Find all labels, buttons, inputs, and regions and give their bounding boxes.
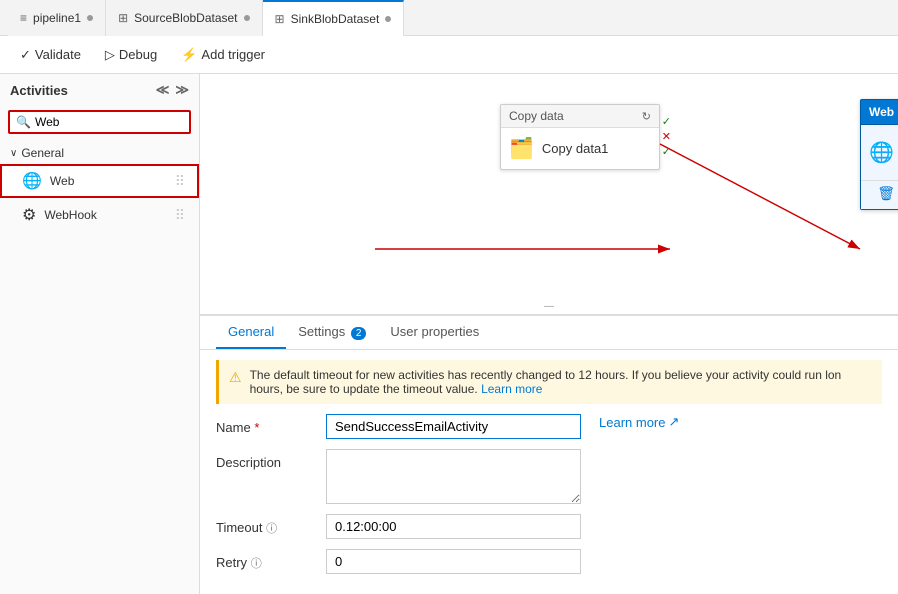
name-label: Name * <box>216 414 316 435</box>
validate-label: Validate <box>35 47 81 62</box>
copy-status-check: ✓ <box>662 115 671 128</box>
copy-data-node-header: Copy data ↻ <box>501 105 659 128</box>
tab-pipeline1-dot <box>87 15 93 21</box>
tab-pipeline1[interactable]: ≡ pipeline1 <box>8 0 106 36</box>
source-icon: ⊞ <box>118 11 128 25</box>
web-node-globe-icon: 🌐 <box>869 140 894 165</box>
bottom-tabs: General Settings 2 User properties <box>200 316 898 350</box>
timeout-label: Timeout ⓘ <box>216 514 316 536</box>
retry-field-row: Retry ⓘ <box>216 549 882 574</box>
add-trigger-label: Add trigger <box>201 47 265 62</box>
debug-icon: ▷ <box>105 47 115 63</box>
tab-general[interactable]: General <box>216 316 286 349</box>
copy-data-body-icon: 🗂️ <box>509 136 534 161</box>
timeout-field-row: Timeout ⓘ <box>216 514 882 539</box>
external-link-icon: ↗ <box>668 414 679 430</box>
description-field-row: Description <box>216 449 882 504</box>
retry-label: Retry ⓘ <box>216 549 316 571</box>
bottom-panel: General Settings 2 User properties ⚠ The… <box>200 314 898 594</box>
webhook-activity-icon: ⚙ <box>22 205 36 225</box>
warning-text: The default timeout for new activities h… <box>250 368 872 396</box>
tab-user-properties[interactable]: User properties <box>378 316 491 349</box>
web-node-actions: 🗑 {} ⧉ → <box>861 180 898 209</box>
web-node-title: Web <box>869 105 894 119</box>
web-node-header: Web ↻ <box>861 100 898 124</box>
tab-sink[interactable]: ⊞ SinkBlobDataset <box>263 0 405 36</box>
activities-title: Activities <box>10 83 68 98</box>
settings-badge: 2 <box>351 327 367 340</box>
activity-web-label: Web <box>50 174 167 188</box>
retry-info-icon[interactable]: ⓘ <box>251 558 262 570</box>
bottom-content: ⚠ The default timeout for new activities… <box>200 350 898 594</box>
web-activity-node[interactable]: Web ↻ 🌐 SendSuccessEmailA ctivity ✓ ✕ ✓ … <box>860 99 898 210</box>
retry-input[interactable] <box>326 549 581 574</box>
name-input[interactable] <box>326 414 581 439</box>
copy-status-check2: ✓ <box>662 145 671 158</box>
copy-status-x: ✕ <box>662 130 671 143</box>
warning-bar: ⚠ The default timeout for new activities… <box>216 360 882 404</box>
trigger-icon: ⚡ <box>181 47 197 63</box>
timeout-info-icon[interactable]: ⓘ <box>266 523 277 535</box>
canvas-area[interactable]: Copy data ↻ 🗂️ Copy data1 ✓ ✕ ✓ <box>200 74 898 594</box>
toolbar: ✓ Validate ▷ Debug ⚡ Add trigger <box>0 36 898 74</box>
name-learn-more[interactable]: Learn more ↗ <box>599 414 679 430</box>
web-delete-icon[interactable]: 🗑 <box>877 185 895 205</box>
tab-user-properties-label: User properties <box>390 324 479 339</box>
search-input[interactable] <box>35 115 183 129</box>
add-trigger-button[interactable]: ⚡ Add trigger <box>177 45 269 65</box>
panel-divider[interactable]: — <box>544 302 554 312</box>
pipeline-icon: ≡ <box>20 11 27 25</box>
copy-data-node[interactable]: Copy data ↻ 🗂️ Copy data1 ✓ ✕ ✓ <box>500 104 660 170</box>
description-input[interactable] <box>326 449 581 504</box>
debug-label: Debug <box>119 47 157 62</box>
tab-source-dot <box>244 15 250 21</box>
search-icon: 🔍 <box>16 115 31 129</box>
tab-general-label: General <box>228 324 274 339</box>
warning-icon: ⚠ <box>229 369 242 386</box>
web-drag-handle: ⠿ <box>175 173 185 190</box>
tab-sink-label: SinkBlobDataset <box>291 12 380 26</box>
warning-learn-more-link[interactable]: Learn more <box>481 382 542 396</box>
tab-settings-label: Settings <box>298 324 345 339</box>
copy-data-header-label: Copy data <box>509 109 564 123</box>
category-arrow-icon: ∨ <box>10 148 17 159</box>
name-required-marker: * <box>254 420 259 435</box>
activities-panel: Activities ≪ ≫ 🔍 ∨ General 🌐 Web ⠿ ⚙ Web… <box>0 74 200 594</box>
collapse-icon[interactable]: ≪ <box>156 82 170 98</box>
tab-source[interactable]: ⊞ SourceBlobDataset <box>106 0 262 36</box>
copy-data-body-label: Copy data1 <box>542 141 609 156</box>
debug-button[interactable]: ▷ Debug <box>101 45 161 65</box>
copy-data-node-body: 🗂️ Copy data1 <box>501 128 659 169</box>
web-activity-icon: 🌐 <box>22 171 42 191</box>
validate-icon: ✓ <box>20 47 31 63</box>
validate-button[interactable]: ✓ Validate <box>16 45 85 65</box>
tab-bar: ≡ pipeline1 ⊞ SourceBlobDataset ⊞ SinkBl… <box>0 0 898 36</box>
tab-pipeline1-label: pipeline1 <box>33 11 81 25</box>
activity-item-web[interactable]: 🌐 Web ⠿ <box>0 164 199 198</box>
activity-webhook-label: WebHook <box>44 208 166 222</box>
filter-icon[interactable]: ≫ <box>175 82 189 98</box>
sink-icon: ⊞ <box>275 12 285 26</box>
copy-header-icon: ↻ <box>642 110 651 123</box>
activities-collapse-icons[interactable]: ≪ ≫ <box>156 82 189 98</box>
tab-settings[interactable]: Settings 2 <box>286 316 378 349</box>
activities-header: Activities ≪ ≫ <box>0 74 199 106</box>
web-node-body: 🌐 SendSuccessEmailA ctivity ✓ ✕ ✓ <box>861 124 898 180</box>
category-label: General <box>21 146 64 160</box>
main-layout: Activities ≪ ≫ 🔍 ∨ General 🌐 Web ⠿ ⚙ Web… <box>0 74 898 594</box>
tab-source-label: SourceBlobDataset <box>134 11 237 25</box>
description-label: Description <box>216 449 316 470</box>
tab-sink-dot <box>385 16 391 22</box>
search-box: 🔍 <box>8 110 191 134</box>
category-general[interactable]: ∨ General <box>0 142 199 164</box>
webhook-drag-handle: ⠿ <box>175 207 185 224</box>
activity-item-webhook[interactable]: ⚙ WebHook ⠿ <box>0 198 199 232</box>
timeout-input[interactable] <box>326 514 581 539</box>
name-field-row: Name * Learn more ↗ <box>216 414 882 439</box>
